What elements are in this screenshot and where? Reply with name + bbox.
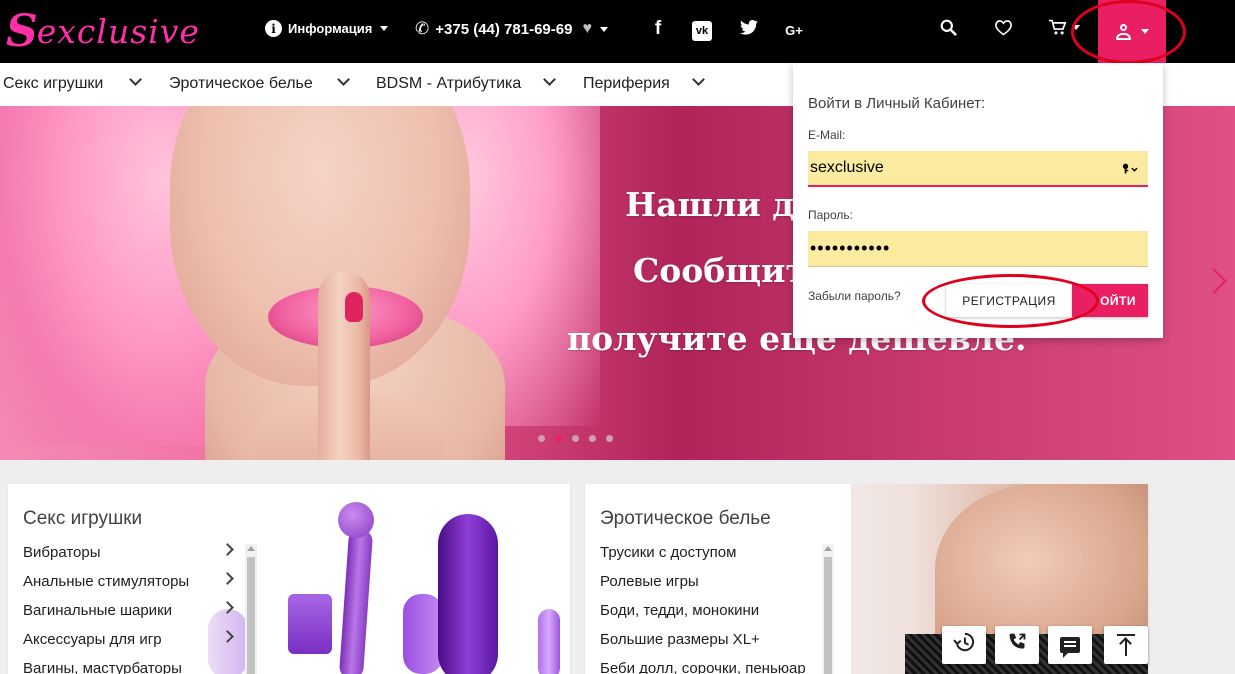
hero-photo-nail <box>345 292 363 322</box>
product-image <box>403 594 443 674</box>
scroll-top-icon <box>1117 634 1135 656</box>
caret-down-icon <box>1140 29 1149 34</box>
chevron-down-icon[interactable] <box>692 73 705 86</box>
password-field[interactable] <box>808 231 1148 267</box>
facebook-icon[interactable]: f <box>646 18 670 40</box>
slider-next-button[interactable] <box>1201 266 1227 296</box>
list-item[interactable]: Вагины, мастурбаторы <box>23 660 189 674</box>
chat-button[interactable] <box>1048 626 1092 664</box>
category-card-toys: Секс игрушки Вибраторы Анальные стимулят… <box>8 484 570 674</box>
google-plus-icon[interactable]: G+ <box>782 23 806 38</box>
cart-icon[interactable] <box>1048 19 1080 36</box>
heart-icon: ♥ <box>582 20 592 37</box>
hero-headline-line-2: Сообщит <box>633 251 806 290</box>
list-item[interactable]: Аксессуары для игр <box>23 630 234 660</box>
chevron-right-icon <box>221 572 234 585</box>
info-dropdown[interactable]: i Информация <box>265 20 389 37</box>
slider-dot[interactable] <box>555 435 562 442</box>
search-icon[interactable] <box>940 19 957 41</box>
account-button[interactable] <box>1098 0 1166 63</box>
password-label: Пароль: <box>808 208 853 222</box>
register-button[interactable]: РЕГИСТРАЦИЯ <box>946 284 1072 317</box>
scroll-top-button[interactable] <box>1104 626 1148 664</box>
phone-forward-icon <box>1007 632 1027 658</box>
slider-dot[interactable] <box>538 435 545 442</box>
product-image <box>538 609 560 674</box>
list-item[interactable]: Боди, тедди, монокини <box>600 602 806 631</box>
callback-button[interactable] <box>995 626 1039 664</box>
chat-icon <box>1060 637 1080 658</box>
forgot-password-link[interactable]: Забыли пароль? <box>808 289 901 303</box>
list-item[interactable]: Трусики с доступом <box>600 544 806 573</box>
slider-dot[interactable] <box>606 435 613 442</box>
email-field[interactable] <box>808 151 1148 187</box>
info-label: Информация <box>288 21 373 36</box>
wishlist-heart-icon[interactable] <box>994 19 1013 42</box>
list-item[interactable]: Большие размеры XL+ <box>600 631 806 660</box>
top-bar: Sexclusive i Информация ✆ +375 (44) 781-… <box>0 0 1235 63</box>
list-item[interactable]: Вибраторы <box>23 543 234 573</box>
list-scrollbar[interactable] <box>245 544 257 674</box>
chevron-down-icon[interactable] <box>543 73 556 86</box>
phone-number: +375 (44) 781-69-69 <box>435 20 573 38</box>
chevron-down-icon[interactable] <box>337 73 350 86</box>
chevron-down-icon[interactable] <box>129 73 142 86</box>
slider-dot[interactable] <box>572 435 579 442</box>
card-title[interactable]: Эротическое белье <box>600 508 771 530</box>
chevron-right-icon <box>221 543 234 556</box>
caret-down-icon <box>1072 25 1080 30</box>
product-image <box>338 528 374 674</box>
phone-icon: ✆ <box>415 19 430 38</box>
login-dropdown: Войти в Личный Кабинет: E-Mail: Пароль: … <box>793 63 1163 338</box>
nav-item-sex-toys[interactable]: Секс игрушки <box>3 75 103 93</box>
card-list: Трусики с доступом Ролевые игры Боди, те… <box>600 544 806 674</box>
nav-item-lingerie[interactable]: Эротическое белье <box>169 75 313 93</box>
caret-down-icon <box>380 26 389 31</box>
caret-down-icon <box>599 26 608 32</box>
logo-rest: exclusive <box>36 11 200 51</box>
chevron-right-icon <box>1201 268 1227 294</box>
history-icon <box>953 632 975 658</box>
user-icon <box>1115 23 1131 40</box>
login-title: Войти в Личный Кабинет: <box>808 95 986 112</box>
vk-icon[interactable]: vk <box>692 21 712 41</box>
site-logo[interactable]: Sexclusive <box>6 5 200 57</box>
card-list: Вибраторы Анальные стимуляторы Вагинальн… <box>23 543 234 674</box>
list-item[interactable]: Ролевые игры <box>600 573 806 602</box>
list-item[interactable]: Беби долл, сорочки, пеньюар <box>600 660 806 674</box>
nav-item-bdsm[interactable]: BDSM - Атрибутика <box>376 75 521 93</box>
logo-initial: S <box>6 5 39 57</box>
autofill-key-icon[interactable] <box>1122 162 1138 178</box>
product-image <box>338 502 374 538</box>
email-label: E-Mail: <box>808 128 846 142</box>
phone-dropdown[interactable]: ✆ +375 (44) 781-69-69 ♥ <box>415 19 608 39</box>
info-icon: i <box>265 20 282 37</box>
list-scrollbar[interactable] <box>822 544 834 674</box>
hero-headline-line-1: Нашли де <box>625 185 816 224</box>
history-button[interactable] <box>942 626 986 664</box>
list-item[interactable]: Анальные стимуляторы <box>23 572 234 602</box>
login-button[interactable]: ОЙТИ <box>1072 284 1148 317</box>
product-image <box>438 514 498 674</box>
slider-dots <box>538 435 613 442</box>
list-item[interactable]: Вагинальные шарики <box>23 601 234 631</box>
product-image <box>288 594 332 654</box>
card-title[interactable]: Секс игрушки <box>23 508 142 530</box>
nav-item-periphery[interactable]: Периферия <box>583 75 670 93</box>
twitter-icon[interactable] <box>737 20 761 40</box>
slider-dot[interactable] <box>589 435 596 442</box>
